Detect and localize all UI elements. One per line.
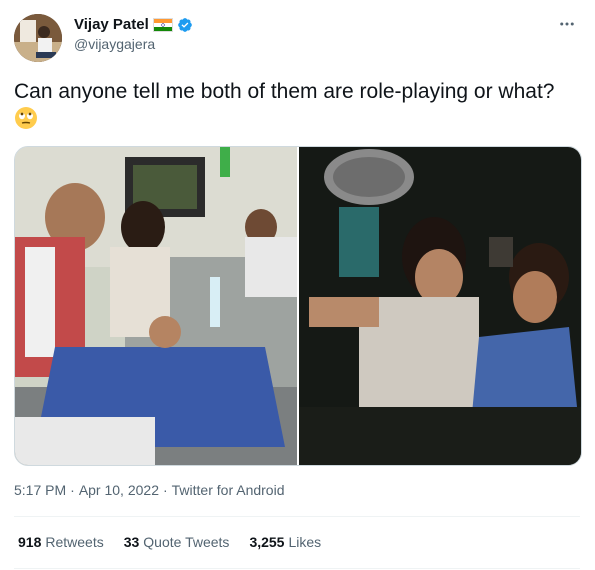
meta-separator: · <box>162 482 168 498</box>
tweet-source[interactable]: Twitter for Android <box>172 482 285 498</box>
divider <box>14 568 580 569</box>
quote-tweets-label: Quote Tweets <box>143 534 230 550</box>
more-dots-icon <box>560 22 574 26</box>
retweets-label: Retweets <box>45 534 104 550</box>
meta-separator: · <box>70 482 75 498</box>
tweet-time[interactable]: 5:17 PM <box>14 482 66 498</box>
india-flag-icon <box>152 18 173 32</box>
likes-stat[interactable]: 3,255 Likes <box>249 534 321 550</box>
tweet-text-body: Can anyone tell me both of them are role… <box>14 80 555 103</box>
tweet-date[interactable]: Apr 10, 2022 <box>79 482 159 498</box>
likes-count: 3,255 <box>249 534 285 550</box>
photo-2[interactable] <box>299 147 581 465</box>
user-handle[interactable]: @vijaygajera <box>74 36 155 52</box>
tweet-text: Can anyone tell me both of them are role… <box>14 78 574 132</box>
quote-tweets-stat[interactable]: 33 Quote Tweets <box>124 534 230 550</box>
display-name[interactable]: Vijay Patel <box>74 16 149 34</box>
media-grid <box>14 146 582 466</box>
avatar[interactable] <box>14 14 62 62</box>
verified-badge-icon <box>177 18 192 32</box>
more-options-button[interactable] <box>557 14 577 34</box>
tweet-meta: 5:17 PM · Apr 10, 2022 · Twitter for And… <box>14 482 284 498</box>
retweets-stat[interactable]: 918 Retweets <box>18 534 104 550</box>
photo-1[interactable] <box>15 147 297 465</box>
divider <box>14 516 580 517</box>
quote-tweets-count: 33 <box>123 534 140 550</box>
tweet-stats: 918 Retweets 33 Quote Tweets 3,255 Likes <box>18 534 321 550</box>
likes-label: Likes <box>288 534 322 550</box>
tweet-card: Vijay Patel @vijaygajera Can anyone tell… <box>0 0 595 570</box>
face-with-rolling-eyes-icon <box>15 107 37 129</box>
name-row: Vijay Patel <box>74 16 193 34</box>
retweets-count: 918 <box>18 534 42 550</box>
